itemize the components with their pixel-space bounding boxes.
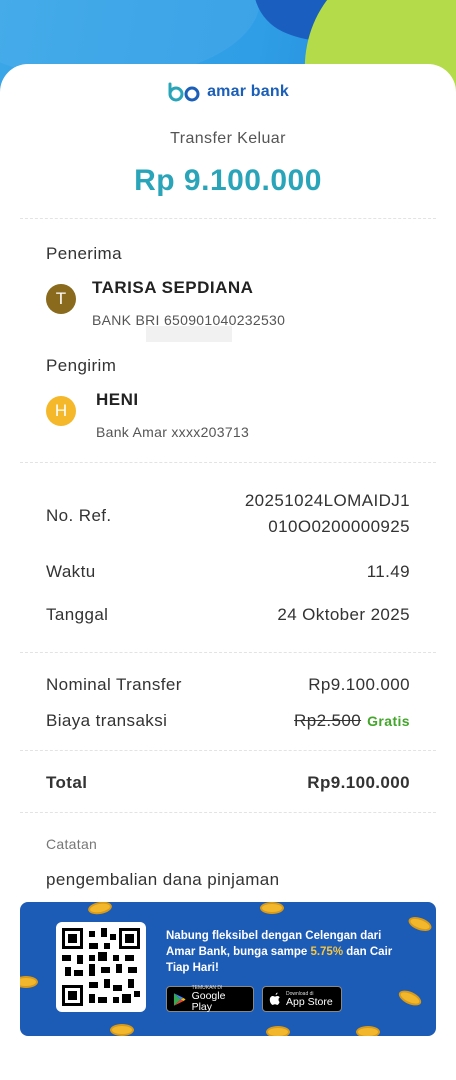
qr-code [56, 922, 146, 1012]
transaction-type: Transfer Keluar [170, 130, 286, 147]
ref-value-line1: 20251024LOMAIDJ1 [244, 491, 410, 510]
google-play-button[interactable]: TEMUKAN DI Google Play [166, 985, 254, 1013]
redacted-name-block [146, 326, 232, 342]
sender-name: HENI [96, 390, 139, 409]
promo-text: Nabung fleksibel dengan Celengan dari Am… [166, 928, 406, 976]
recipient-label: Penerima [46, 244, 122, 263]
time-label: Waktu [46, 562, 96, 581]
brand-name: amar bank [207, 83, 289, 100]
divider [20, 218, 436, 219]
divider [20, 462, 436, 463]
recipient-name: TARISA SEPDIANA [92, 278, 254, 297]
coin-decoration [20, 976, 38, 988]
apple-icon [269, 992, 280, 1005]
note-label: Catatan [46, 836, 98, 852]
fee-original-value: Rp2.500 [294, 711, 362, 730]
coin-decoration [266, 1026, 290, 1036]
receipt-card: amar bank Transfer Keluar Rp 9.100.000 P… [0, 64, 456, 1080]
date-label: Tanggal [46, 605, 109, 624]
amar-bank-logo-icon [168, 82, 200, 102]
time-value: 11.49 [366, 562, 410, 581]
app-store-button[interactable]: Download di App Store [262, 986, 342, 1012]
coin-decoration [406, 914, 434, 934]
coin-decoration [87, 902, 113, 916]
date-value: 24 Oktober 2025 [277, 605, 410, 624]
nominal-label: Nominal Transfer [46, 675, 182, 694]
fee-free-badge: Gratis [367, 713, 410, 729]
coin-decoration [396, 987, 424, 1009]
promo-banner[interactable]: Nabung fleksibel dengan Celengan dari Am… [20, 902, 436, 1036]
fee-value-group: Rp2.500 Gratis [294, 711, 410, 731]
coin-decoration [260, 902, 284, 914]
qr-code-icon [62, 928, 140, 1006]
recipient-avatar: T [46, 284, 76, 314]
divider [20, 652, 436, 653]
coin-decoration [356, 1026, 380, 1036]
total-label: Total [46, 773, 88, 792]
coin-decoration [110, 1024, 134, 1036]
ref-label: No. Ref. [46, 506, 112, 525]
google-play-icon [173, 992, 186, 1006]
divider [20, 750, 436, 751]
promo-rate: 5.75% [310, 946, 344, 958]
note-value: pengembalian dana pinjaman [46, 870, 280, 889]
transfer-amount: Rp 9.100.000 [134, 164, 322, 197]
sender-avatar: H [46, 396, 76, 426]
nominal-value: Rp9.100.000 [308, 675, 410, 694]
ref-value-line2: 010O0200000925 [268, 517, 410, 536]
sender-label: Pengirim [46, 356, 117, 375]
google-play-label: Google Play [191, 990, 226, 1013]
app-store-label: App Store [286, 995, 333, 1008]
divider [20, 812, 436, 813]
ref-value: 20251024LOMAIDJ1 010O0200000925 [245, 488, 410, 540]
fee-label: Biaya transaksi [46, 711, 168, 730]
total-value: Rp9.100.000 [307, 773, 410, 792]
sender-account: Bank Amar xxxx203713 [96, 424, 250, 440]
brand-logo: amar bank [0, 82, 456, 102]
